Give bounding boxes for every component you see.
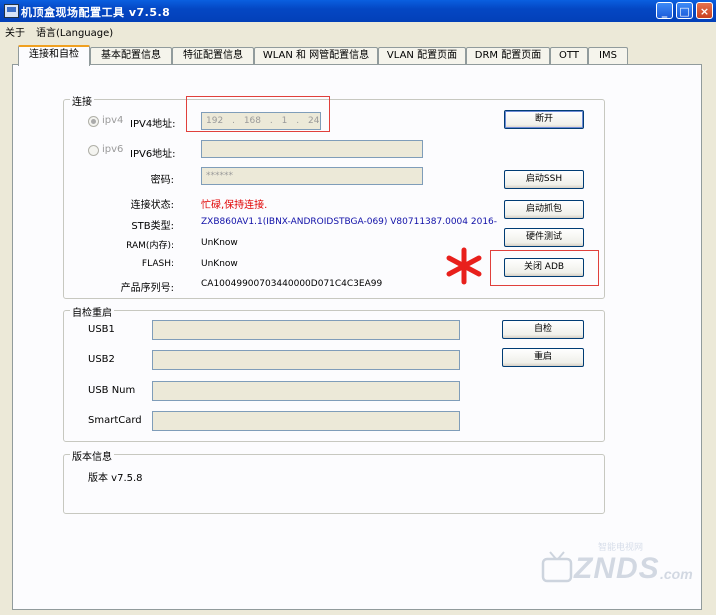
tab-ott[interactable]: OTT [550, 47, 588, 65]
ipv4-radio[interactable] [88, 116, 99, 127]
tab-vlan-config[interactable]: VLAN 配置页面 [378, 47, 466, 65]
password-label: 密码: [150, 175, 174, 186]
status-label: 连接状态: [130, 200, 174, 211]
ipv6-radio-label: ipv6 [102, 144, 124, 155]
ipv4-label: IPV4地址: [130, 119, 176, 130]
menu-about[interactable]: 关于 [5, 24, 25, 39]
stb-type-value: ZXB860AV1.1(IBNX-ANDROIDSTBGA-069) V8071… [201, 217, 498, 227]
ram-label: RAM(内存): [126, 241, 174, 251]
flash-label: FLASH: [141, 259, 174, 269]
asterisk-annotation-icon [446, 247, 482, 285]
password-field[interactable]: ****** [201, 167, 423, 185]
version-group-legend: 版本信息 [70, 448, 114, 463]
disconnect-button[interactable]: 断开 [504, 110, 584, 129]
usb2-field[interactable] [152, 350, 460, 370]
ipv6-radio[interactable] [88, 145, 99, 156]
maximize-button[interactable]: □ [676, 2, 693, 19]
usb-num-label: USB Num [88, 385, 136, 396]
start-capture-button[interactable]: 启动抓包 [504, 200, 584, 219]
ipv4-radio-label: ipv4 [102, 115, 124, 126]
smartcard-label: SmartCard [88, 415, 142, 426]
hardware-test-button[interactable]: 硬件测试 [504, 228, 584, 247]
tab-basic-config[interactable]: 基本配置信息 [90, 47, 172, 65]
serial-label: 产品序列号: [120, 283, 174, 294]
tab-panel: 连接 ipv4 IPV4地址: 192 . 168 . 1 . 245 ipv6… [12, 64, 702, 610]
status-value: 忙碌,保持连接. [201, 200, 268, 211]
connect-group: 连接 ipv4 IPV4地址: 192 . 168 . 1 . 245 ipv6… [63, 93, 605, 299]
tab-wlan-config[interactable]: WLAN 和 网管配置信息 [254, 47, 378, 65]
selfcheck-group: 自检重启 USB1 USB2 USB Num SmartCard 自检 重启 [63, 304, 605, 442]
ipv4-annotation-box [186, 96, 330, 132]
close-adb-annotation-box [490, 250, 599, 286]
version-group: 版本信息 版本 v7.5.8 [63, 448, 605, 514]
window-title: 机顶盒现场配置工具 v7.5.8 [21, 6, 171, 19]
usb1-label: USB1 [88, 324, 115, 335]
minimize-button[interactable]: _ [656, 2, 673, 19]
serial-value: CA10049900703440000D071C4C3EA99 [201, 279, 383, 289]
watermark-suffix: .com [660, 566, 693, 582]
app-icon [4, 4, 19, 18]
connect-group-legend: 连接 [70, 93, 94, 108]
usb-num-field[interactable] [152, 381, 460, 401]
menu-bar: 关于 语言(Language) [0, 22, 716, 40]
selfcheck-group-legend: 自检重启 [70, 304, 114, 319]
restart-button[interactable]: 重启 [502, 348, 584, 367]
tab-ims[interactable]: IMS [588, 47, 628, 65]
usb1-field[interactable] [152, 320, 460, 340]
menu-language[interactable]: 语言(Language) [36, 24, 113, 39]
title-bar: 机顶盒现场配置工具 v7.5.8 _ □ × [0, 0, 716, 22]
tab-feature-config[interactable]: 特征配置信息 [172, 47, 254, 65]
close-button[interactable]: × [696, 2, 713, 19]
tab-drm-config[interactable]: DRM 配置页面 [466, 47, 550, 65]
flash-value: UnKnow [201, 259, 238, 269]
usb2-label: USB2 [88, 354, 115, 365]
smartcard-field[interactable] [152, 411, 460, 431]
ipv6-address-field[interactable] [201, 140, 423, 158]
watermark-brand: ZNDS [574, 552, 660, 585]
ipv6-label: IPV6地址: [130, 149, 176, 160]
znds-watermark: 智能电视网 ZNDS .com [536, 536, 706, 596]
selfcheck-button[interactable]: 自检 [502, 320, 584, 339]
start-ssh-button[interactable]: 启动SSH [504, 170, 584, 189]
ram-value: UnKnow [201, 238, 238, 248]
version-text: 版本 v7.5.8 [88, 473, 143, 484]
tab-connect-selfcheck[interactable]: 连接和自检 [18, 45, 90, 66]
stb-type-label: STB类型: [131, 221, 174, 232]
tv-logo-icon [541, 551, 573, 583]
